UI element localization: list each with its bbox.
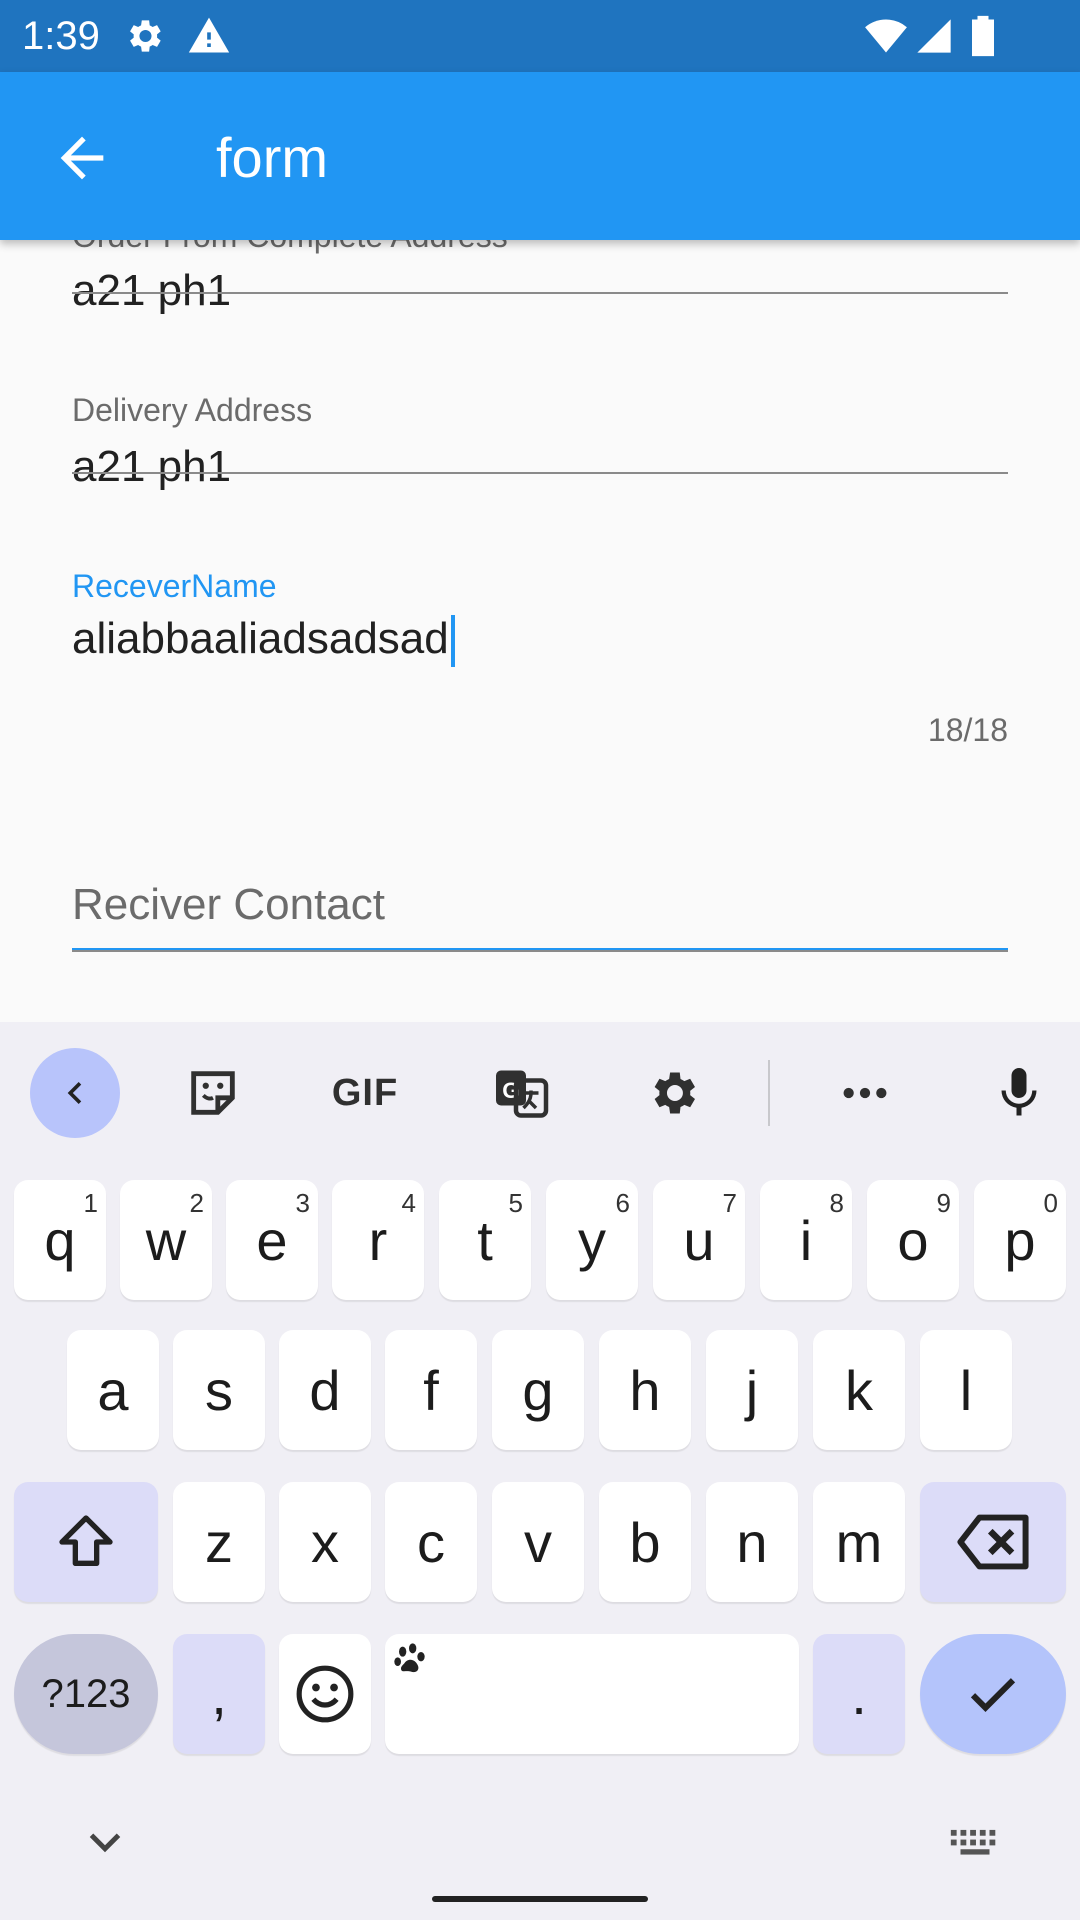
field-value: a21 ph1: [72, 442, 232, 491]
status-time: 1:39: [22, 14, 100, 58]
enter-key[interactable]: [920, 1634, 1066, 1754]
toolbar-divider: [768, 1060, 770, 1126]
home-indicator[interactable]: [432, 1896, 648, 1902]
check-icon: [970, 1678, 1016, 1712]
key-q[interactable]: q1: [14, 1180, 106, 1300]
form: Order From Complete Address a21 ph1 Deli…: [0, 240, 1080, 1022]
key-n[interactable]: n: [706, 1482, 798, 1602]
key-s[interactable]: s: [173, 1330, 265, 1450]
field-underline: [72, 472, 1008, 474]
character-counter: 18/18: [927, 712, 1008, 748]
key-w[interactable]: w2: [120, 1180, 212, 1300]
key-e[interactable]: e3: [226, 1180, 318, 1300]
shift-key[interactable]: [14, 1482, 158, 1602]
keyboard-toolbar: GIF G: [0, 1022, 1080, 1162]
key-o[interactable]: o9: [867, 1180, 959, 1300]
key-j[interactable]: j: [706, 1330, 798, 1450]
key-c[interactable]: c: [385, 1482, 477, 1602]
shift-icon: [59, 1515, 113, 1566]
key-p[interactable]: p0: [974, 1180, 1066, 1300]
battery-icon: [972, 15, 994, 57]
chevron-left-icon[interactable]: [30, 1048, 120, 1138]
key-y[interactable]: y6: [546, 1180, 638, 1300]
settings-gear-icon: [130, 20, 161, 52]
period-key[interactable]: .: [813, 1634, 905, 1754]
key-z[interactable]: z: [173, 1482, 265, 1602]
key-h[interactable]: h: [599, 1330, 691, 1450]
symbols-key[interactable]: ?123: [14, 1634, 158, 1754]
field-label: ReceverName: [72, 568, 277, 604]
key-a[interactable]: a: [67, 1330, 159, 1450]
wifi-icon: [865, 19, 907, 53]
page-title: form: [216, 126, 328, 189]
delivery-address-field[interactable]: Delivery Address a21 ph1: [72, 380, 1008, 540]
key-u[interactable]: u7: [653, 1180, 745, 1300]
status-bar: 1:39: [0, 0, 1080, 72]
key-t[interactable]: t5: [439, 1180, 531, 1300]
receiver-contact-field[interactable]: Reciver Contact: [72, 830, 1008, 990]
emoji-key[interactable]: [279, 1634, 371, 1754]
chevron-down-icon[interactable]: [78, 1812, 132, 1872]
key-m[interactable]: m: [813, 1482, 905, 1602]
cell-signal-icon: [917, 19, 951, 53]
order-from-address-field[interactable]: Order From Complete Address a21 ph1: [72, 240, 1008, 336]
key-k[interactable]: k: [813, 1330, 905, 1450]
backspace-icon: [957, 1514, 1029, 1570]
translate-icon[interactable]: G: [476, 1048, 566, 1138]
field-placeholder: Reciver Contact: [72, 880, 386, 929]
field-value: aliabbaaliadsadsad: [72, 614, 455, 668]
key-x[interactable]: x: [279, 1482, 371, 1602]
key-b[interactable]: b: [599, 1482, 691, 1602]
text-cursor: [450, 615, 455, 668]
settings-gear-icon[interactable]: [628, 1048, 718, 1138]
app-bar: form: [0, 72, 1080, 240]
paw-icon: [394, 1643, 425, 1673]
gif-label: GIF: [331, 1071, 399, 1114]
key-v[interactable]: v: [492, 1482, 584, 1602]
keyboard-icon[interactable]: [946, 1812, 1004, 1872]
field-value: a21 ph1: [72, 266, 232, 315]
gif-icon[interactable]: GIF: [320, 1048, 410, 1138]
field-label: Order From Complete Address: [72, 240, 508, 255]
field-label: Delivery Address: [72, 392, 313, 428]
key-d[interactable]: d: [279, 1330, 371, 1450]
sticker-icon[interactable]: [168, 1048, 258, 1138]
microphone-icon[interactable]: [974, 1048, 1064, 1138]
backspace-key[interactable]: [920, 1482, 1066, 1602]
receiver-name-field[interactable]: ReceverName aliabbaaliadsadsad 18/18: [72, 556, 1008, 952]
field-underline: [72, 950, 1008, 952]
alert-triangle-icon: [188, 17, 230, 53]
screen: 1:39 form Order From Complete Address a2…: [0, 0, 1080, 1920]
emoji-icon: [296, 1665, 354, 1723]
key-r[interactable]: r4: [332, 1180, 424, 1300]
field-underline: [72, 292, 1008, 294]
arrow-back-icon[interactable]: [50, 126, 114, 190]
input-text: aliabbaaliadsadsad: [72, 614, 449, 663]
key-i[interactable]: i8: [760, 1180, 852, 1300]
key-l[interactable]: l: [920, 1330, 1012, 1450]
more-icon[interactable]: [820, 1048, 910, 1138]
key-g[interactable]: g: [492, 1330, 584, 1450]
key-f[interactable]: f: [385, 1330, 477, 1450]
soft-keyboard: GIF G q1 w2 e3 r4 t5 y6 u7 i8 o9 p0 a s …: [0, 1022, 1080, 1920]
space-key[interactable]: [385, 1634, 799, 1754]
comma-key[interactable]: ,: [173, 1634, 265, 1754]
